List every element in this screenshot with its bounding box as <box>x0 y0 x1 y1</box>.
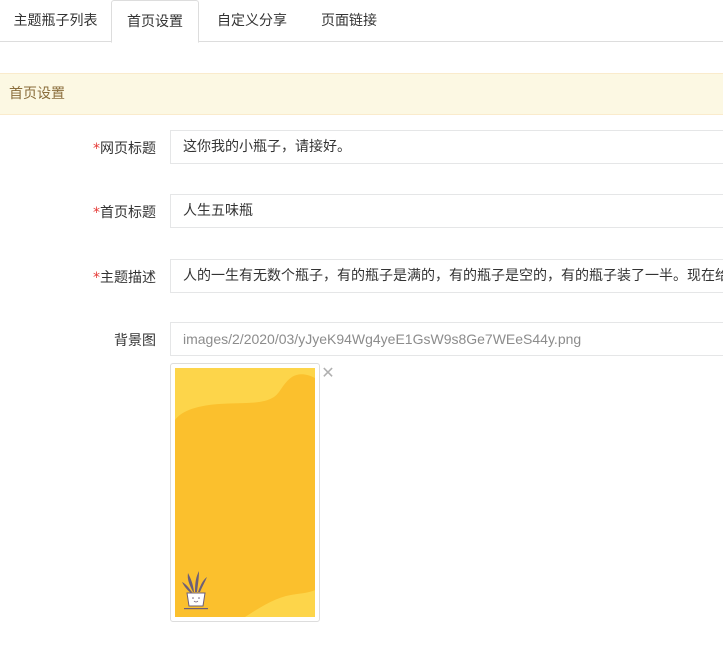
close-icon[interactable]: ✕ <box>321 365 335 381</box>
theme-description-label-text: 主题描述 <box>100 270 156 286</box>
required-mark: * <box>93 270 100 286</box>
tab-home-settings[interactable]: 首页设置 <box>111 0 199 43</box>
tab-bar: 主题瓶子列表 首页设置 自定义分享 页面链接 <box>0 0 723 43</box>
home-title-label-text: 首页标题 <box>100 205 156 221</box>
background-image-thumbnail[interactable] <box>170 363 320 622</box>
background-image-graphic <box>175 368 315 617</box>
home-title-label: *首页标题 <box>93 202 156 222</box>
web-title-input[interactable]: 这你我的小瓶子，请接好。 <box>170 130 723 164</box>
background-image-label-text: 背景图 <box>114 333 156 349</box>
background-image-path-input[interactable]: images/2/2020/03/yJyeK94Wg4yeE1GsW9s8Ge7… <box>170 322 723 356</box>
web-title-label-text: 网页标题 <box>100 141 156 157</box>
background-image-preview <box>175 368 315 617</box>
background-image-label: 背景图 <box>114 330 156 350</box>
tab-page-links[interactable]: 页面链接 <box>305 0 393 42</box>
tab-theme-bottle-list[interactable]: 主题瓶子列表 <box>0 0 111 42</box>
required-mark: * <box>93 141 100 157</box>
panel-heading: 首页设置 <box>0 73 723 115</box>
theme-description-label: *主题描述 <box>93 267 156 287</box>
web-title-label: *网页标题 <box>93 138 156 158</box>
home-title-input[interactable]: 人生五味瓶 <box>170 194 723 228</box>
required-mark: * <box>93 205 100 221</box>
tab-custom-share[interactable]: 自定义分享 <box>199 0 305 42</box>
theme-description-input[interactable]: 人的一生有无数个瓶子，有的瓶子是满的，有的瓶子是空的，有的瓶子装了一半。现在给 <box>170 259 723 293</box>
